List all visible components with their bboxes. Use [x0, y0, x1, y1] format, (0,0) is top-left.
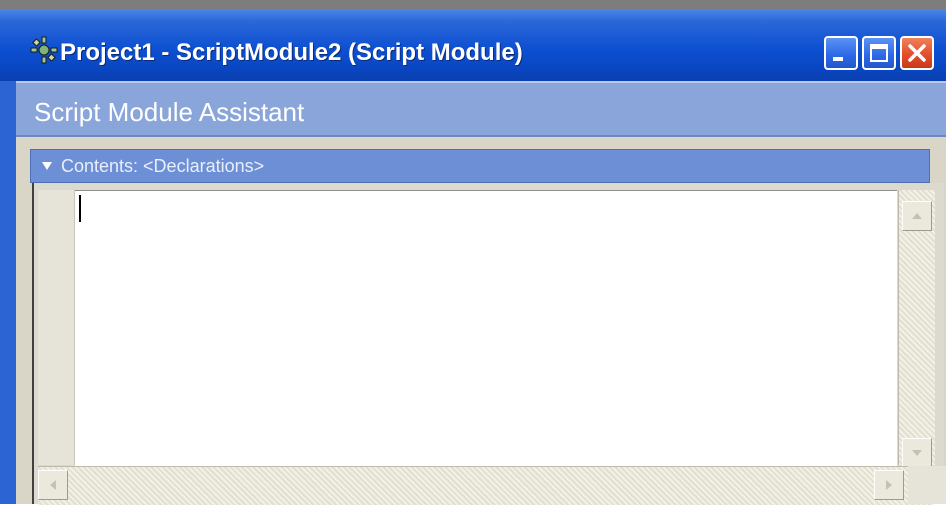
horizontal-scrollbar[interactable]: [38, 466, 934, 505]
window-left-border: [0, 81, 16, 504]
contents-label: Contents: <Declarations>: [61, 156, 265, 176]
assistant-title: Script Module Assistant: [34, 97, 305, 127]
arrow-up-icon: [912, 213, 922, 219]
scroll-up-button[interactable]: [902, 201, 932, 231]
arrow-left-icon: [50, 480, 56, 490]
script-module-icon: [28, 34, 60, 66]
scroll-down-button[interactable]: [902, 438, 932, 468]
close-button[interactable]: [900, 36, 934, 70]
editor-gutter: [38, 190, 75, 465]
contents-bar[interactable]: Contents: <Declarations>: [30, 149, 930, 183]
assistant-header: Script Module Assistant: [16, 81, 946, 137]
close-icon: [908, 44, 926, 62]
arrow-right-icon: [886, 480, 892, 490]
scroll-right-button[interactable]: [874, 470, 904, 500]
scroll-left-button[interactable]: [38, 470, 68, 500]
minimize-icon: [833, 57, 843, 61]
script-module-window: Project1 - ScriptModule2 (Script Module)…: [0, 0, 946, 505]
title-bar[interactable]: Project1 - ScriptModule2 (Script Module): [0, 9, 946, 81]
arrow-down-icon: [912, 450, 922, 456]
vertical-scrollbar[interactable]: [898, 190, 935, 465]
text-caret: [79, 195, 81, 222]
size-grip[interactable]: [908, 466, 946, 504]
maximize-icon: [870, 44, 888, 62]
minimize-button[interactable]: [824, 36, 858, 70]
code-editor[interactable]: [75, 190, 897, 466]
window-title: Project1 - ScriptModule2 (Script Module): [60, 39, 523, 66]
window-top-edge: [0, 0, 946, 9]
maximize-button[interactable]: [862, 36, 896, 70]
triangle-down-icon[interactable]: [41, 160, 53, 172]
